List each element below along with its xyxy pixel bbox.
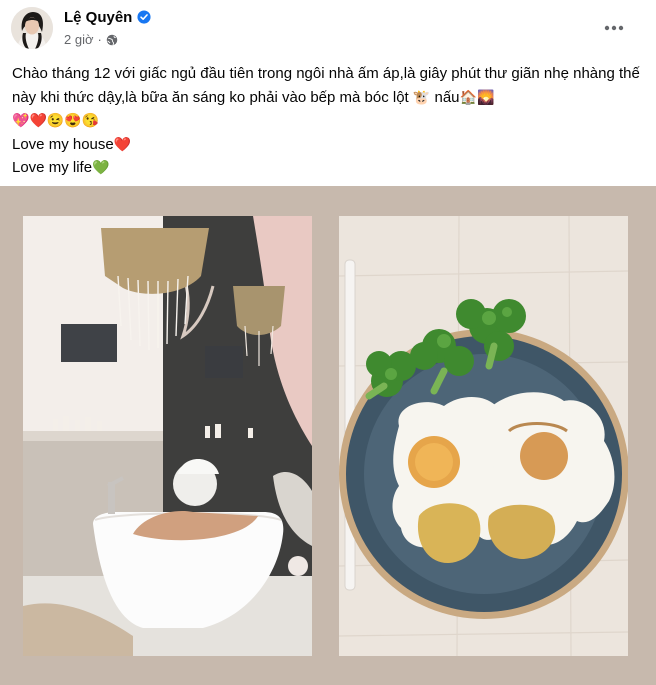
author-name-link[interactable]: Lệ Quyên: [64, 9, 151, 26]
kiss-emoji: 😘: [81, 112, 100, 128]
post-timestamp[interactable]: 2 giờ: [64, 32, 94, 47]
love-house-line: Love my house❤️: [12, 133, 644, 157]
post-meta: 2 giờ ·: [64, 32, 118, 47]
heart-eyes-emoji: 😍: [64, 112, 82, 128]
verified-badge-icon: [137, 10, 151, 24]
post-caption: Chào tháng 12 với giấc ngủ đầu tiên tron…: [12, 62, 644, 180]
sparkling-heart-emoji: 💖: [12, 112, 30, 128]
house-emoji: 🏠: [459, 88, 477, 105]
cow-emoji: 🐮: [412, 88, 431, 105]
red-heart-emoji: ❤️: [29, 112, 47, 128]
caption-paragraph: Chào tháng 12 với giấc ngủ đầu tiên tron…: [12, 62, 644, 109]
meta-separator: ·: [97, 32, 102, 47]
breakfast-plate-photo[interactable]: [339, 216, 628, 656]
post-header: Lệ Quyên 2 giờ ·: [0, 0, 656, 58]
wink-emoji: 😉: [46, 112, 65, 128]
emoji-row: 💖❤️😉😍😘: [12, 109, 644, 133]
more-options-button[interactable]: [598, 12, 630, 44]
post-photo-area: [0, 186, 656, 685]
author-name: Lệ Quyên: [64, 9, 133, 26]
love-house-text: Love my house: [12, 135, 114, 153]
bathroom-photo[interactable]: [23, 216, 312, 656]
caption-text: Chào tháng 12 với giấc ngủ đầu tiên tron…: [12, 65, 640, 106]
sunrise-emoji: 🌄: [476, 88, 495, 105]
love-life-line: Love my life💚: [12, 156, 644, 180]
love-life-text: Love my life: [12, 159, 93, 176]
house-heart-emoji: ❤️: [113, 135, 132, 152]
caption-word-cook: nấu: [430, 88, 460, 106]
avatar-image: [11, 7, 53, 49]
green-heart-emoji: 💚: [92, 159, 110, 175]
author-avatar[interactable]: [11, 7, 53, 49]
globe-icon[interactable]: [106, 34, 118, 46]
more-dots-icon: [604, 25, 624, 31]
